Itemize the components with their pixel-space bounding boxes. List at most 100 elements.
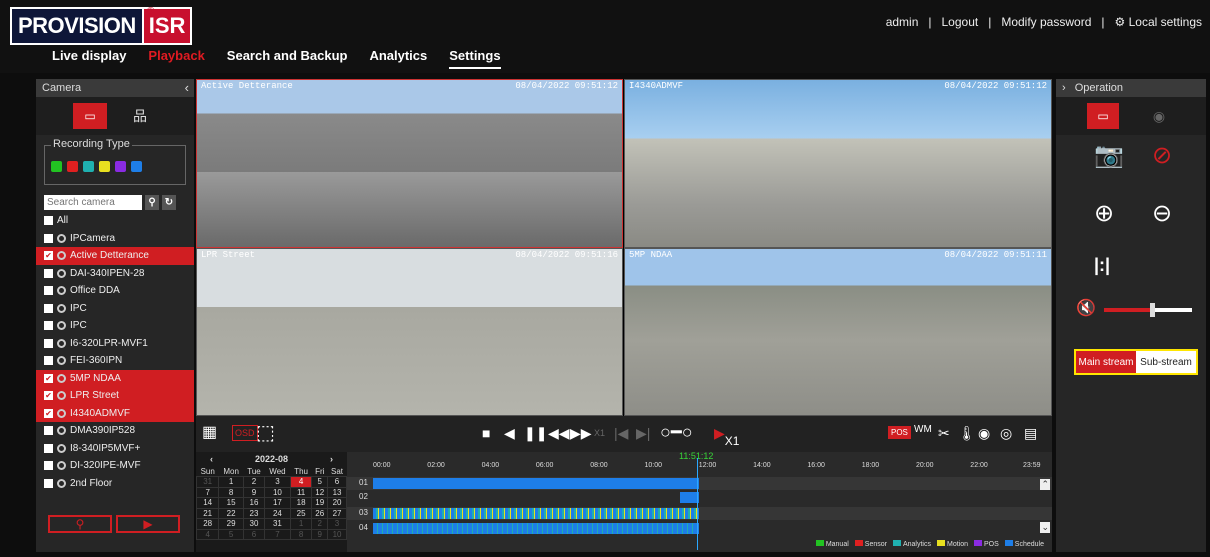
camera-list-item[interactable]: All [36,212,194,230]
hide-eye-icon[interactable]: ⊘ [1152,141,1172,170]
calendar-day[interactable]: 23 [242,507,266,519]
calendar-day[interactable]: 7 [264,528,291,540]
camera-list-item[interactable]: IPC [36,317,194,335]
camera-list-item[interactable]: I8-340IP5MVF+ [36,440,194,458]
pause-icon[interactable]: ❚❚ [524,425,547,442]
snapshot-icon[interactable]: ◎ [1000,425,1012,442]
camera-checkbox[interactable]: ✔ [44,391,53,401]
snapshot-camera-icon[interactable]: 📷 [1094,141,1124,170]
play-button[interactable]: ▶ [116,515,180,533]
backup-icon[interactable]: ▤ [1024,425,1037,442]
camera-checkbox[interactable] [44,443,53,453]
motion-type-icon[interactable] [99,161,110,172]
osd-button[interactable]: OSD [232,425,258,441]
operation-video-tab[interactable]: ▭ [1087,103,1119,129]
rewind-icon[interactable]: ◀◀ [548,425,570,442]
camera-checkbox[interactable] [44,268,53,278]
calendar-day[interactable]: 9 [311,528,329,540]
next-frame-icon[interactable]: ▶| [636,425,650,442]
calendar-day[interactable]: 16 [242,497,266,509]
search-playback-button[interactable]: ⚲ [48,515,112,533]
tab-search-backup[interactable]: Search and Backup [227,48,348,69]
calendar-day[interactable]: 29 [218,518,244,530]
camera-list-item[interactable]: DI-320IPE-MVF [36,457,194,475]
camera-list-item[interactable]: ✔ 5MP NDAA [36,369,194,387]
fast-forward-icon[interactable]: ▶▶ [570,425,592,442]
camera-list-tab[interactable]: ▭ [73,103,107,129]
layout-grid-icon[interactable]: ▦ [202,422,217,442]
calendar-day[interactable]: 3 [327,518,347,530]
calendar-day[interactable]: 10 [264,486,291,498]
calendar-day[interactable]: 21 [195,507,220,519]
calendar-day[interactable]: 4 [289,476,313,488]
camera-list-item[interactable]: DAI-340IPEN-28 [36,265,194,283]
camera-checkbox[interactable] [44,321,53,331]
analytics-type-icon[interactable] [83,161,94,172]
calendar-day[interactable]: 1 [289,518,313,530]
camera-checkbox[interactable] [44,356,53,366]
calendar-day[interactable]: 2 [242,476,266,488]
camera-list-item[interactable]: ✔ Active Detterance [36,247,194,265]
operation-eye-tab[interactable]: ◉ [1143,103,1175,129]
camera-list-item[interactable]: ✔ LPR Street [36,387,194,405]
search-icon[interactable]: ⚲ [145,195,159,210]
camera-checkbox[interactable] [44,426,53,436]
video-tile[interactable]: I4340ADMVF 08/04/2022 09:51:12 [624,79,1052,248]
calendar-day[interactable]: 6 [242,528,266,540]
video-tile[interactable]: LPR Street 08/04/2022 09:51:16 [196,248,623,416]
camera-checkbox[interactable] [44,338,53,348]
calendar-day[interactable]: 31 [264,518,291,530]
calendar-day[interactable]: 13 [327,486,347,498]
scroll-down-icon[interactable]: ⌄ [1040,522,1050,533]
camera-list-item[interactable]: 2nd Floor [36,475,194,493]
timeline-row[interactable]: 04 [347,522,1052,535]
camera-checkbox[interactable] [44,478,53,488]
video-tile[interactable]: 5MP NDAA 08/04/2022 09:51:11 [624,248,1052,416]
aspect-ratio-icon[interactable]: |:| [1094,255,1110,276]
calendar-day[interactable]: 8 [289,528,313,540]
camera-checkbox[interactable]: ✔ [44,251,53,261]
calendar-day[interactable]: 18 [289,497,313,509]
manual-type-icon[interactable] [51,161,62,172]
camera-list-item[interactable]: IPCamera [36,230,194,248]
calendar-day[interactable]: 2 [311,518,329,530]
expand-right-icon[interactable]: › [1062,82,1066,94]
camera-checkbox[interactable] [44,303,53,313]
tab-settings[interactable]: Settings [449,48,501,69]
calendar-day[interactable]: 14 [195,497,220,509]
calendar-day[interactable]: 30 [242,518,266,530]
scroll-up-icon[interactable]: ⌃ [1040,479,1050,490]
calendar-day[interactable]: 5 [311,476,329,488]
main-stream-button[interactable]: Main stream [1076,351,1136,373]
calendar-day[interactable]: 20 [327,497,347,509]
calendar-day[interactable]: 12 [311,486,329,498]
calendar-day[interactable]: 3 [264,476,291,488]
calendar-day[interactable]: 4 [195,528,220,540]
tab-playback[interactable]: Playback [148,48,204,69]
calendar-day[interactable]: 25 [289,507,313,519]
volume-knob[interactable] [1150,303,1155,317]
calendar-day[interactable]: 19 [311,497,329,509]
calendar-day[interactable]: 28 [195,518,220,530]
stop-icon[interactable]: ■ [482,425,490,441]
calendar-day[interactable]: 22 [218,507,244,519]
camera-checkbox[interactable] [44,216,53,226]
camera-checkbox[interactable] [44,233,53,243]
timeline-row[interactable]: 03 [347,507,1052,520]
calendar-day[interactable]: 8 [218,486,244,498]
timeline-cursor[interactable] [697,458,698,550]
search-camera-input[interactable] [44,195,142,210]
calendar-day[interactable]: 11 [289,486,313,498]
watermark-icon[interactable]: WM [914,424,932,435]
step-back-icon[interactable]: ◀ [504,425,515,442]
camera-checkbox[interactable] [44,286,53,296]
play-speed-button[interactable]: ▶ X1 [714,425,739,448]
tab-analytics[interactable]: Analytics [369,48,427,69]
record-icon[interactable]: ◉ [978,425,990,442]
calendar-day[interactable]: 10 [327,528,347,540]
camera-checkbox[interactable] [44,461,53,471]
calendar-day[interactable]: 9 [242,486,266,498]
camera-list-item[interactable]: DMA390IP528 [36,422,194,440]
camera-list-item[interactable]: Office DDA [36,282,194,300]
timeline-row[interactable]: 02 [347,491,1052,504]
